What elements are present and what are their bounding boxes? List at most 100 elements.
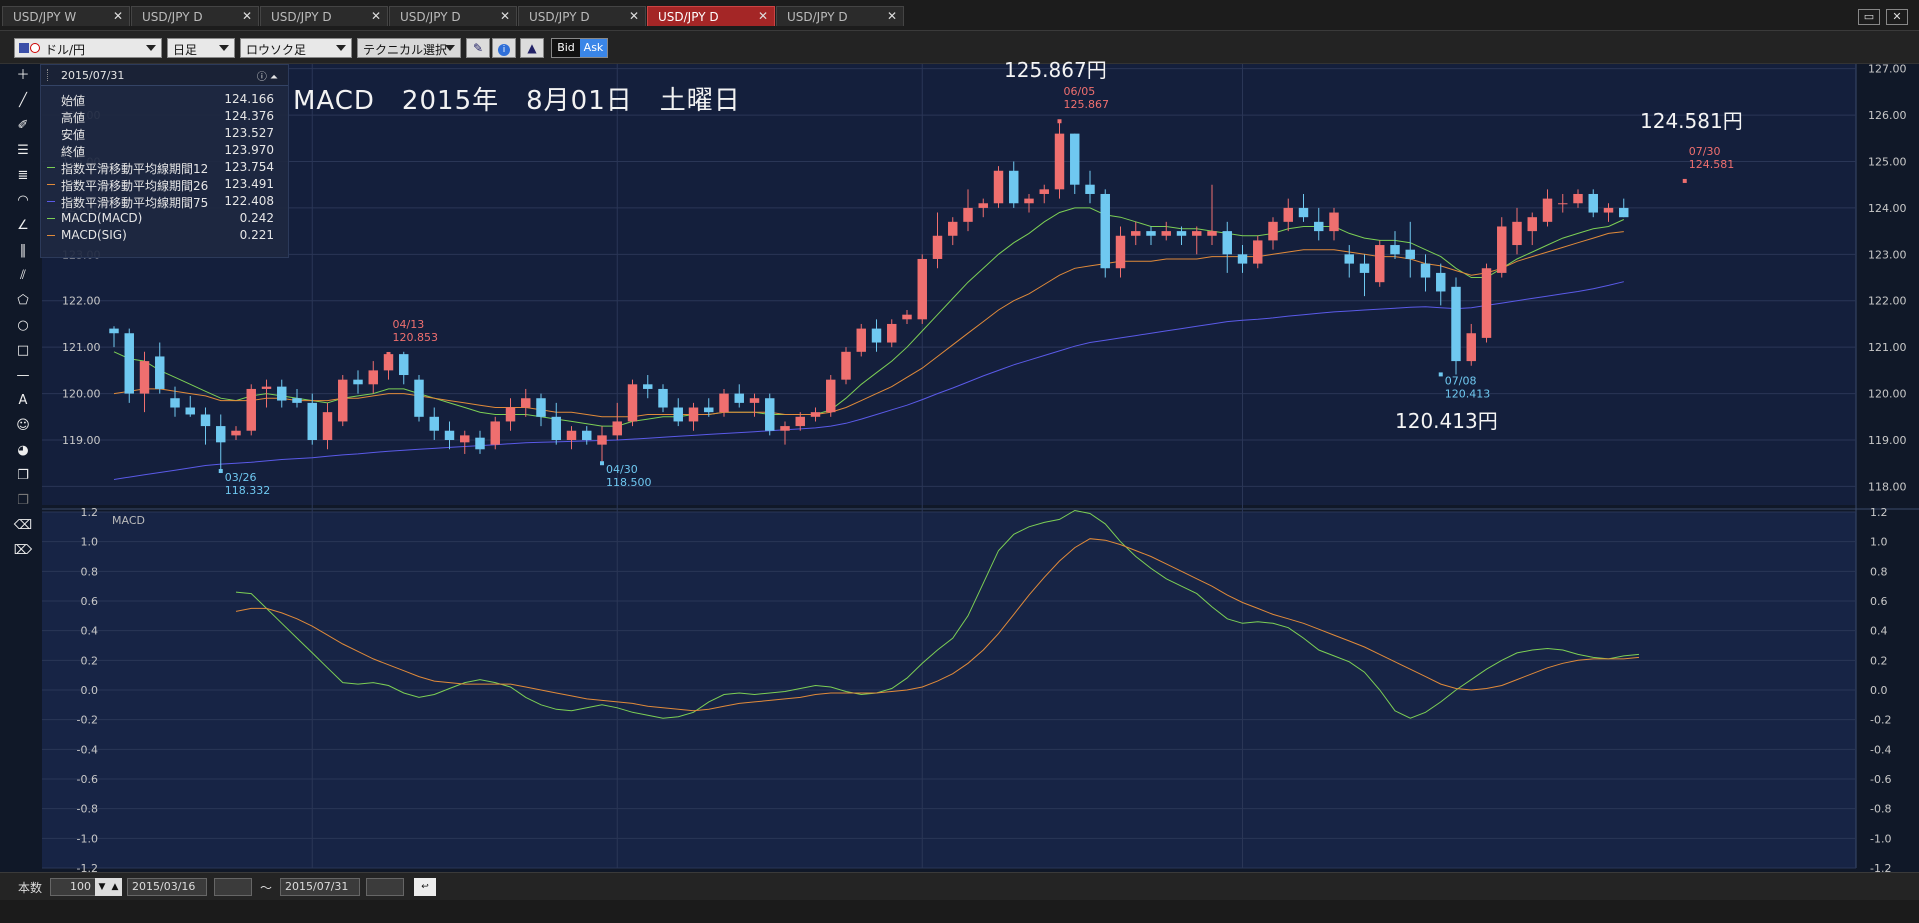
vertical-lines-icon[interactable]: ‖: [12, 240, 34, 262]
crosshair-icon[interactable]: ＋: [12, 65, 34, 87]
info-row-label: 高値: [61, 111, 86, 125]
candle-body: [1558, 203, 1568, 205]
from-date-field[interactable]: 2015/03/16: [127, 878, 207, 896]
candle-body: [1268, 221, 1278, 241]
candle-body: [704, 407, 714, 413]
candle-body: [246, 388, 256, 431]
info-row: 始値 124.166: [41, 91, 288, 108]
candle-body: [1344, 254, 1354, 264]
macd-tick-label: 0.0: [1870, 684, 1888, 697]
candle-body: [841, 351, 851, 380]
price-tick-label: 119.00: [1868, 434, 1907, 447]
info-row-label: MACD(MACD): [61, 211, 143, 225]
reset-range-button[interactable]: ↩: [414, 878, 436, 896]
info-panel-header: 2015/07/31 ⓘ ⏶: [41, 65, 288, 86]
candle-body: [1314, 221, 1324, 232]
hline-icon[interactable]: —: [12, 365, 34, 387]
extreme-date: 04/13: [393, 318, 425, 331]
ruler-icon[interactable]: ✐: [12, 115, 34, 137]
info-row: 指数平滑移動平均線期間75 122.408: [41, 193, 288, 210]
candle-body: [429, 416, 439, 431]
candle-body: [1131, 231, 1141, 236]
candle-body: [582, 430, 592, 441]
paste-icon[interactable]: ❐: [12, 490, 34, 512]
info-row-value: 123.491: [224, 177, 274, 191]
candle-body: [1100, 193, 1110, 269]
candle-body: [490, 421, 500, 445]
return-arrow-icon: ↩: [421, 882, 429, 892]
candle-body: [536, 398, 546, 417]
candle-body: [673, 407, 683, 422]
price-tick-label-left: 121.00: [62, 341, 101, 354]
macd-tick-label-left: -1.0: [77, 832, 98, 845]
rectangle-icon[interactable]: □: [12, 340, 34, 362]
macd-tick-label-left: -0.8: [77, 803, 98, 816]
copy-icon[interactable]: ❐: [12, 465, 34, 487]
trendline-icon[interactable]: ╱: [12, 90, 34, 112]
candle-body: [1375, 245, 1385, 283]
candle-body: [1359, 263, 1370, 273]
extreme-marker: [600, 461, 604, 466]
ohlc-info-panel: 2015/07/31 ⓘ ⏶ 始値 124.166 高値 124.376 安値 123.5…: [40, 64, 289, 258]
extreme-marker: [1682, 178, 1687, 183]
circle-icon[interactable]: ○: [12, 315, 34, 337]
candle-body: [1573, 193, 1583, 204]
candle-body: [1619, 207, 1629, 218]
candle-body: [185, 407, 195, 415]
candle-body: [277, 386, 287, 401]
candle-body: [1512, 221, 1522, 246]
clear-all-icon[interactable]: ⌦: [12, 540, 34, 562]
extreme-value: 118.500: [606, 476, 652, 489]
extreme-value: 118.332: [225, 484, 271, 497]
from-time-field[interactable]: [214, 878, 252, 896]
candle-body: [521, 398, 531, 408]
info-row-label: 指数平滑移動平均線期間26: [61, 179, 209, 193]
count-up-button[interactable]: ▲: [108, 878, 122, 896]
color-picker-icon[interactable]: ◕: [12, 440, 34, 462]
series-swatch: [47, 184, 55, 185]
eraser-icon[interactable]: ⌫: [12, 515, 34, 537]
candle-body: [1603, 207, 1614, 213]
macd-tick-label: 1.2: [1870, 506, 1888, 519]
horizontal-lines-icon[interactable]: ☰: [12, 140, 34, 162]
macd-tick-label: 0.4: [1870, 625, 1888, 638]
candle-body: [597, 435, 607, 445]
pentagon-icon[interactable]: ⬠: [12, 290, 34, 312]
candle-body: [1024, 198, 1034, 204]
fan-icon[interactable]: ◠: [12, 190, 34, 212]
text-icon[interactable]: A: [12, 390, 34, 412]
candle-body: [1390, 245, 1400, 255]
candle-body: [719, 393, 729, 413]
candle-body: [749, 398, 760, 403]
price-tick-label-left: 122.00: [62, 295, 101, 308]
count-field[interactable]: 100: [50, 878, 96, 896]
candle-body: [765, 398, 775, 431]
candle-body: [353, 379, 363, 385]
macd-tick-label-left: -0.4: [77, 743, 98, 756]
candle-body: [1054, 133, 1065, 190]
macd-tick-label: -0.8: [1870, 803, 1891, 816]
candle-body: [1298, 207, 1309, 218]
candle-body: [1253, 240, 1263, 264]
candle-body: [1497, 226, 1507, 273]
fibonacci-icon[interactable]: ≣: [12, 165, 34, 187]
count-down-button[interactable]: ▼: [95, 878, 109, 896]
angle-icon[interactable]: ∠: [12, 215, 34, 237]
info-row: 終値 123.970: [41, 142, 288, 159]
info-row-label: 安値: [61, 128, 86, 142]
channel-icon[interactable]: ⫽: [12, 265, 34, 287]
candle-body: [566, 430, 577, 441]
candle-body: [383, 354, 394, 371]
stamp-icon[interactable]: ☺: [12, 415, 34, 437]
macd-tick-label-left: 0.0: [81, 684, 99, 697]
candle-body: [1161, 231, 1171, 236]
to-date-field[interactable]: 2015/07/31: [280, 878, 360, 896]
to-time-field[interactable]: [366, 878, 404, 896]
macd-tick-label-left: 0.8: [81, 565, 99, 578]
collapse-icon[interactable]: ⓘ ⏶: [257, 68, 278, 83]
candle-body: [948, 221, 958, 236]
candle-body: [1420, 263, 1431, 278]
candle-body: [1481, 268, 1492, 338]
candle-body: [155, 356, 165, 389]
extreme-value: 125.867: [1064, 98, 1110, 111]
